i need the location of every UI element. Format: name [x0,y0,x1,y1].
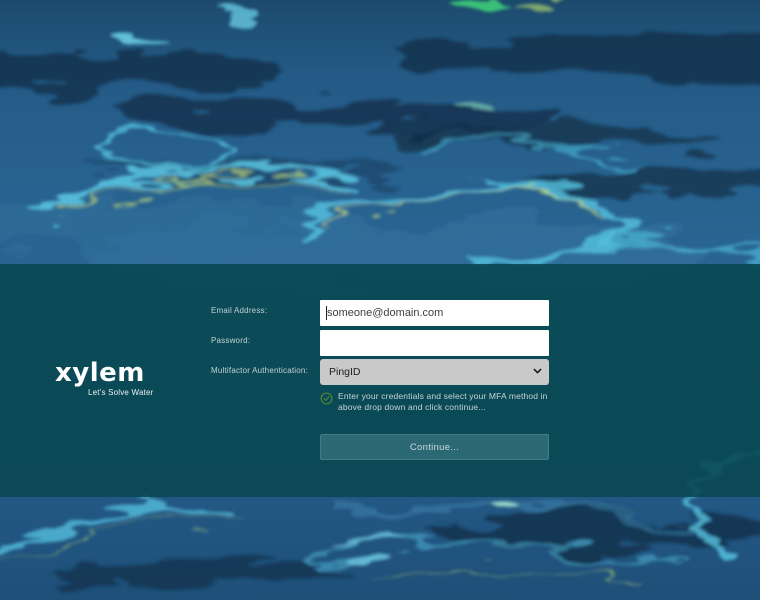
email-input[interactable] [320,300,549,326]
mfa-info-text: Enter your credentials and select your M… [338,391,548,412]
mfa-select[interactable]: PingID [320,359,549,385]
mfa-select-wrap: PingID [320,359,549,385]
password-label: Password: [211,336,251,345]
mfa-info-row: Enter your credentials and select your M… [320,391,552,413]
email-label: Email Address: [211,306,268,315]
login-screen: xylem Let's Solve Water Email Address: P… [0,0,760,600]
password-field-wrap [320,330,549,356]
xylem-logo: xylem [55,358,145,388]
check-circle-icon [320,392,333,405]
continue-button[interactable]: Continue... [320,434,549,460]
mfa-label: Multifactor Authentication: [211,366,309,375]
xylem-tagline: Let's Solve Water [88,388,154,397]
email-field-wrap [320,300,549,326]
password-input[interactable] [320,330,549,356]
